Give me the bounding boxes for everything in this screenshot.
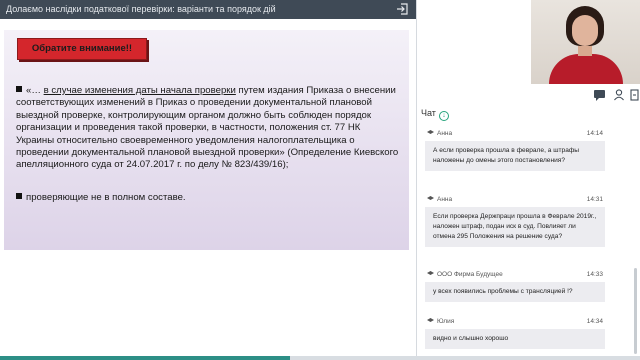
- message-time: 14:33: [586, 271, 603, 278]
- attention-banner: Обратите внимание!!: [17, 38, 147, 60]
- message-time: 14:34: [586, 318, 603, 325]
- chat-bubble-icon[interactable]: [594, 90, 605, 101]
- message-meta: ООО Фирма Будущее 14:33: [425, 271, 605, 282]
- chat-header: Чат ↓: [421, 108, 449, 121]
- student-cap-icon: [427, 130, 434, 134]
- bullet2-text: проверяющие не в полном составе.: [26, 192, 186, 203]
- download-icon[interactable]: ↓: [438, 111, 449, 121]
- chat-message: Анна 14:31 Если проверка Держпраци прошл…: [425, 196, 605, 247]
- bullet1-underlined: в случае изменения даты начала проверки: [43, 85, 236, 96]
- bullet1-prefix: «…: [26, 85, 44, 96]
- presentation-area: Долаємо наслідки податкової перевірки: в…: [0, 0, 416, 360]
- bullet1-rest: путем издания Приказа о внесении соответ…: [16, 85, 399, 171]
- expand-icon[interactable]: [630, 89, 639, 101]
- message-author: Юлия: [427, 318, 454, 325]
- message-text: Если проверка Держпраци прошла в Феврале…: [425, 207, 605, 247]
- message-meta: Анна 14:14: [425, 130, 605, 141]
- chat-title: Чат: [421, 108, 436, 118]
- message-author: Анна: [427, 130, 452, 137]
- playback-progress[interactable]: [0, 356, 290, 360]
- message-meta: Юлия 14:34: [425, 318, 605, 329]
- student-cap-icon: [427, 196, 434, 200]
- chat-panel: Чат ↓ Анна 14:14 А если проверка прошла в…: [416, 0, 640, 356]
- chat-message: ООО Фирма Будущее 14:33 у всех появились…: [425, 271, 605, 302]
- message-meta: Анна 14:31: [425, 196, 605, 207]
- speaker-video[interactable]: [531, 0, 640, 84]
- bullet-square-icon: [16, 86, 22, 92]
- slide-bullet-2: проверяющие не в полном составе.: [16, 192, 401, 204]
- message-text: у всех появились проблемы с трансляцией …: [425, 282, 605, 302]
- chat-message: Юлия 14:34 видно и слышно хорошо: [425, 318, 605, 349]
- people-icon[interactable]: [614, 89, 624, 101]
- student-cap-icon: [427, 318, 434, 322]
- slide-bullet-1: «… в случае изменения даты начала провер…: [16, 85, 401, 172]
- message-time: 14:14: [586, 130, 603, 137]
- student-cap-icon: [427, 271, 434, 275]
- chat-scrollbar[interactable]: [634, 268, 637, 354]
- message-author: Анна: [427, 196, 452, 203]
- chat-message: Анна 14:14 А если проверка прошла в февр…: [425, 130, 605, 171]
- app-root: Долаємо наслідки податкової перевірки: в…: [0, 0, 640, 360]
- exit-icon[interactable]: [396, 3, 408, 15]
- message-author: ООО Фирма Будущее: [427, 271, 503, 278]
- title-bar: Долаємо наслідки податкової перевірки: в…: [0, 0, 416, 19]
- chat-toolbar: [594, 89, 639, 101]
- page-title: Долаємо наслідки податкової перевірки: в…: [6, 4, 276, 14]
- message-time: 14:31: [586, 196, 603, 203]
- speaker-body: [549, 54, 623, 84]
- speaker-face: [572, 15, 598, 46]
- bullet-square-icon: [16, 193, 22, 199]
- message-text: А если проверка прошла в феврале, а штра…: [425, 141, 605, 171]
- message-text: видно и слышно хорошо: [425, 329, 605, 349]
